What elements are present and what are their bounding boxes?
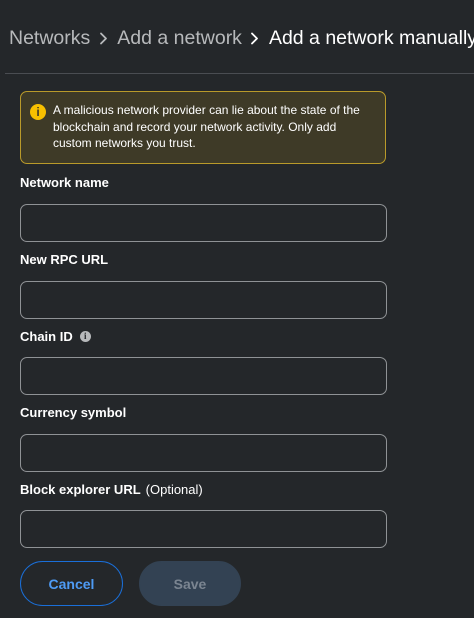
- rpc-url-input[interactable]: [20, 281, 387, 319]
- chain-id-input[interactable]: [20, 357, 387, 395]
- block-explorer-label: Block explorer URL (Optional): [20, 482, 203, 497]
- rpc-url-label: New RPC URL: [20, 252, 109, 267]
- info-icon: i: [30, 104, 46, 120]
- optional-label: (Optional): [145, 482, 203, 497]
- chevron-right-icon: [99, 32, 108, 45]
- network-name-input[interactable]: [20, 204, 387, 242]
- warning-banner: i A malicious network provider can lie a…: [20, 91, 386, 164]
- header-divider: [5, 73, 474, 74]
- chevron-right-icon: [250, 32, 259, 45]
- breadcrumb-add-network[interactable]: Add a network: [117, 27, 242, 50]
- breadcrumb: Networks Add a network Add a network man…: [9, 24, 474, 52]
- breadcrumb-add-network-manually: Add a network manually: [268, 26, 474, 49]
- cancel-button[interactable]: Cancel: [20, 561, 123, 606]
- chain-id-label: Chain ID i: [20, 329, 91, 344]
- warning-text: A malicious network provider can lie abo…: [53, 103, 360, 150]
- block-explorer-input[interactable]: [20, 510, 387, 548]
- network-name-label: Network name: [20, 175, 109, 190]
- currency-symbol-input[interactable]: [20, 434, 387, 472]
- save-button[interactable]: Save: [139, 561, 241, 606]
- breadcrumb-networks[interactable]: Networks: [9, 27, 90, 50]
- info-icon[interactable]: i: [79, 331, 91, 342]
- currency-symbol-label: Currency symbol: [20, 405, 127, 420]
